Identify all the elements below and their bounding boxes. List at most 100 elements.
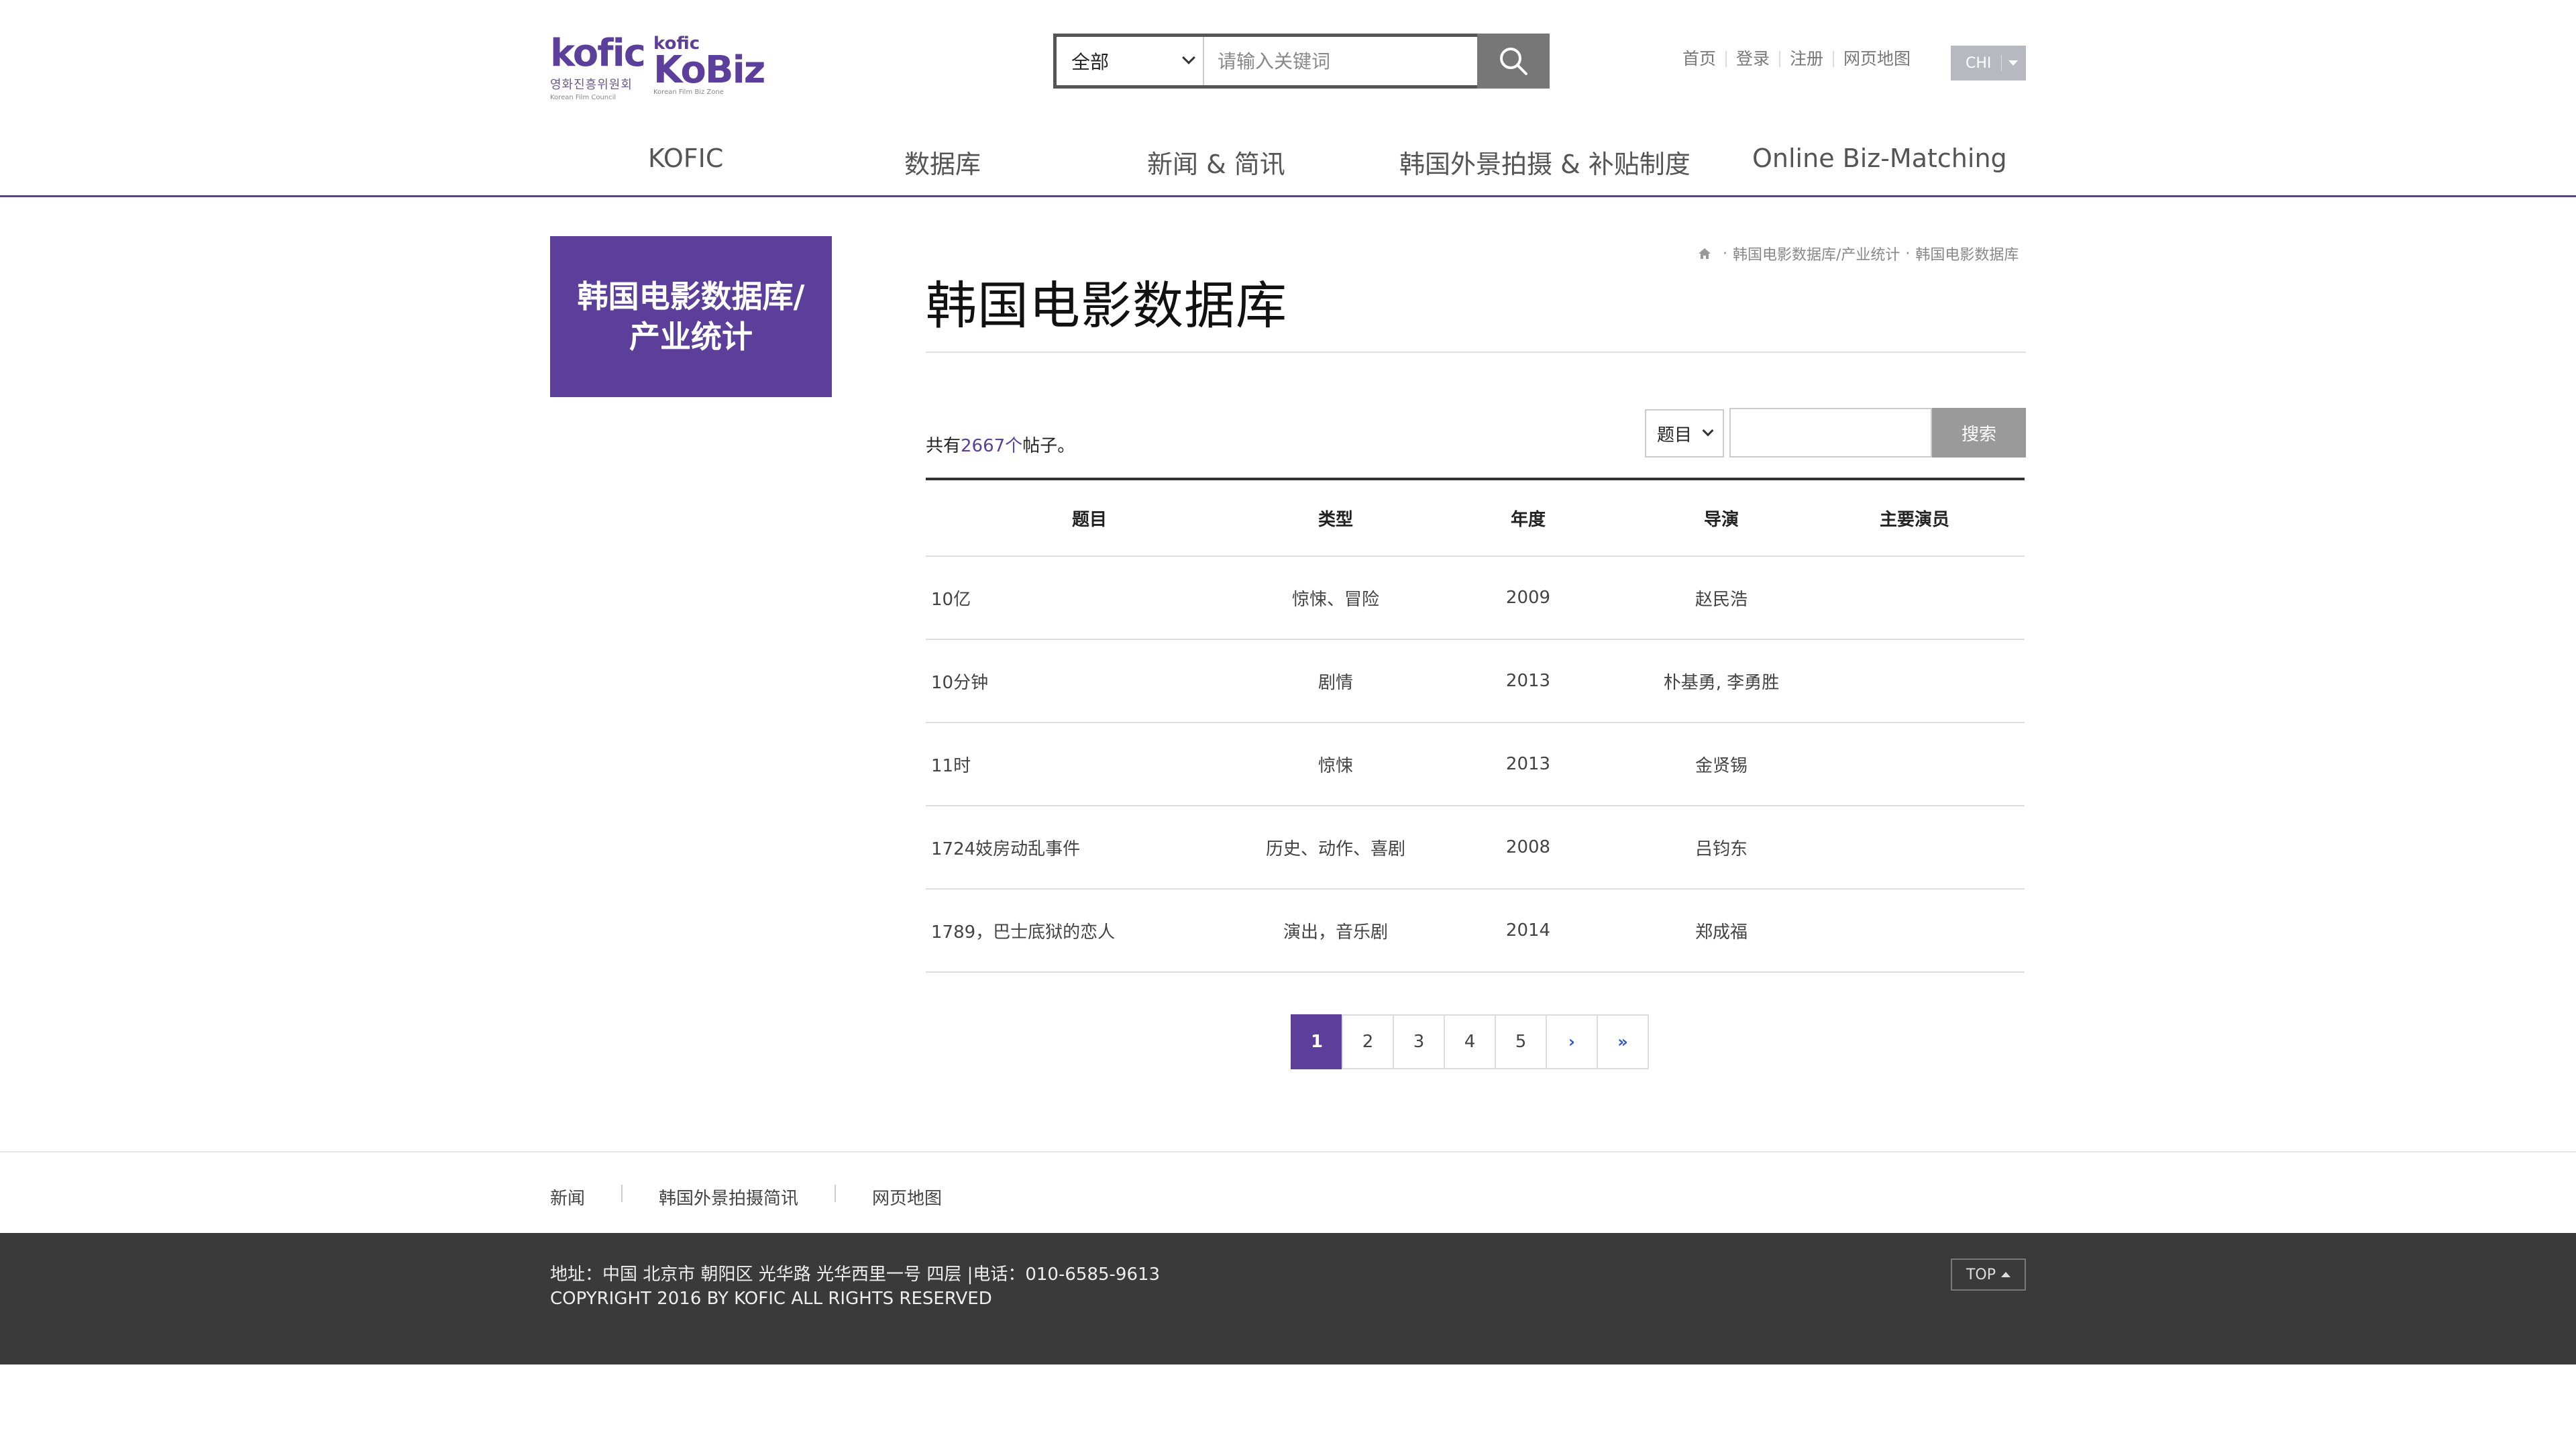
- sidebar-title-box: 韩国电影数据库/产业统计: [550, 236, 832, 397]
- cell-genre: 剧情: [1318, 672, 1353, 693]
- nav-item-news[interactable]: 新闻 & 简讯: [1147, 144, 1285, 180]
- page-button-1[interactable]: 1: [1291, 1014, 1343, 1069]
- breadcrumb-separator: ·: [1723, 245, 1727, 262]
- footer-link-sitemap[interactable]: 网页地图: [872, 1185, 942, 1210]
- footer-link-divider: [621, 1185, 623, 1202]
- table-row[interactable]: 11时 惊悚 2013 金贤锡: [926, 723, 2025, 806]
- title-divider: [926, 352, 2026, 353]
- site-footer: 地址：中国 北京市 朝阳区 光华路 光华西里一号 四层 |电话：010-6585…: [0, 1233, 2576, 1364]
- breadcrumb-separator: ·: [1905, 245, 1911, 262]
- cell-genre: 演出，音乐剧: [1283, 922, 1388, 943]
- cell-director: 郑成福: [1695, 922, 1748, 943]
- post-count: 共有2667个帖子。: [926, 432, 1075, 457]
- cell-genre: 惊悚: [1318, 755, 1353, 776]
- table-row[interactable]: 10亿 惊悚、冒险 2009 赵民浩: [926, 557, 2025, 640]
- kobiz-logo[interactable]: kofic KoBiz Korean Film Biz Zone: [653, 35, 765, 96]
- cell-year: 2013: [1505, 671, 1551, 691]
- cell-title[interactable]: 10分钟: [926, 669, 1253, 694]
- table-row[interactable]: 1789，巴士底狱的恋人 演出，音乐剧 2014 郑成福: [926, 890, 2025, 973]
- column-header-director: 导演: [1703, 509, 1739, 530]
- cell-genre: 惊悚、冒险: [1291, 589, 1379, 610]
- post-count-prefix: 共有: [926, 436, 961, 456]
- language-select[interactable]: CHI: [1951, 46, 2026, 80]
- post-count-number: 2667个: [961, 436, 1023, 456]
- filter-search-input[interactable]: [1729, 408, 1932, 458]
- page-button-4[interactable]: 4: [1444, 1014, 1496, 1069]
- language-value: CHI: [1966, 54, 1992, 72]
- search-button[interactable]: [1477, 34, 1550, 89]
- cell-year: 2009: [1505, 588, 1551, 608]
- kofic-logo-english: Korean Film Council: [550, 94, 616, 101]
- sidebar-title: 韩国电影数据库/产业统计: [577, 278, 805, 355]
- cell-title[interactable]: 1724妓房动乱事件: [926, 835, 1253, 860]
- cell-title[interactable]: 10亿: [926, 586, 1253, 610]
- kofic-logo-word: kofic: [550, 32, 646, 75]
- search-scope-select[interactable]: 全部: [1057, 37, 1204, 85]
- page-button-2[interactable]: 2: [1342, 1014, 1394, 1069]
- main-nav: KOFIC 数据库 新闻 & 简讯 韩国外景拍摄 & 补贴制度 Online B…: [550, 144, 2026, 184]
- footer-info: 地址：中国 北京市 朝阳区 光华路 光华西里一号 四层 |电话：010-6585…: [550, 1263, 1160, 1311]
- breadcrumb-item-current: 韩国电影数据库: [1915, 247, 2019, 264]
- cell-year: 2014: [1505, 920, 1551, 941]
- next-page-button[interactable]: ›: [1546, 1014, 1598, 1069]
- filter-field-value: 题目: [1657, 425, 1693, 445]
- cell-director: 朴基勇, 李勇胜: [1663, 672, 1780, 693]
- footer-address: 地址：中国 北京市 朝阳区 光华路 光华西里一号 四层 |电话：010-6585…: [550, 1265, 1161, 1285]
- table-row[interactable]: 1724妓房动乱事件 历史、动作、喜剧 2008 吕钧东: [926, 806, 2025, 890]
- table-row[interactable]: 10分钟 剧情 2013 朴基勇, 李勇胜: [926, 640, 2025, 723]
- home-icon[interactable]: [1697, 246, 1712, 261]
- util-link-login[interactable]: 登录: [1727, 50, 1781, 67]
- search-icon: [1500, 48, 1527, 75]
- column-header-title: 题目: [1071, 509, 1107, 530]
- search-input[interactable]: [1204, 37, 1486, 85]
- back-to-top-button[interactable]: TOP: [1951, 1258, 2026, 1291]
- site-header: kofic 영화진흥위원회 Korean Film Council kofic …: [0, 0, 2576, 197]
- film-table: 题目 类型 年度 导演 主要演员 10亿 惊悚、冒险 2009 赵民浩 10分钟…: [926, 478, 2025, 973]
- cell-year: 2013: [1505, 754, 1551, 774]
- caret-up-icon: [2001, 1272, 2011, 1277]
- footer-copyright: COPYRIGHT 2016 BY KOFIC ALL RIGHTS RESER…: [550, 1289, 992, 1309]
- nav-item-biz-matching[interactable]: Online Biz-Matching: [1752, 144, 2007, 173]
- post-count-suffix: 帖子。: [1022, 436, 1075, 456]
- kobiz-logo-word: KoBiz: [653, 48, 765, 92]
- kofic-logo[interactable]: kofic 영화진흥위원회 Korean Film Council: [550, 32, 646, 102]
- footer-nav: 新闻 韩国外景拍摄简讯 网页地图: [0, 1151, 2576, 1233]
- back-to-top-label: TOP: [1966, 1266, 1996, 1283]
- cell-director: 赵民浩: [1695, 589, 1748, 610]
- footer-link-news[interactable]: 新闻: [550, 1185, 585, 1210]
- footer-link-location-news[interactable]: 韩国外景拍摄简讯: [659, 1185, 798, 1210]
- util-link-home[interactable]: 首页: [1673, 50, 1727, 67]
- global-search: 全部: [1053, 34, 1550, 89]
- cell-title[interactable]: 1789，巴士底狱的恋人: [926, 918, 1253, 943]
- util-link-sitemap[interactable]: 网页地图: [1834, 50, 1920, 67]
- column-header-cast: 主要演员: [1879, 509, 1949, 530]
- filter-search-button[interactable]: 搜索: [1932, 408, 2026, 458]
- column-header-year: 年度: [1510, 509, 1546, 530]
- filter-field-select[interactable]: 题目: [1645, 409, 1724, 458]
- caret-down-icon: [2008, 60, 2018, 66]
- nav-item-kofic[interactable]: KOFIC: [648, 144, 723, 173]
- page-title: 韩国电影数据库: [926, 276, 1287, 335]
- breadcrumb: · 韩国电影数据库/产业统计 · 韩国电影数据库: [1697, 243, 2019, 264]
- language-divider: [2001, 55, 2002, 71]
- cell-genre: 历史、动作、喜剧: [1265, 839, 1405, 859]
- last-page-button[interactable]: »: [1597, 1014, 1649, 1069]
- cell-title[interactable]: 11时: [926, 752, 1253, 777]
- cell-year: 2008: [1505, 837, 1551, 857]
- pagination: 1 2 3 4 5 › »: [1291, 1014, 1649, 1069]
- column-header-genre: 类型: [1318, 509, 1353, 530]
- cell-director: 吕钧东: [1695, 839, 1748, 859]
- breadcrumb-item-category[interactable]: 韩国电影数据库/产业统计: [1733, 243, 1900, 264]
- footer-link-divider: [835, 1185, 837, 1202]
- page-button-5[interactable]: 5: [1495, 1014, 1547, 1069]
- util-link-register[interactable]: 注册: [1780, 50, 1835, 67]
- chevron-down-icon: [1182, 51, 1195, 64]
- cell-director: 金贤锡: [1695, 755, 1748, 776]
- nav-item-database[interactable]: 数据库: [904, 144, 981, 180]
- kofic-logo-korean: 영화진흥위원회: [550, 78, 633, 92]
- table-header: 题目 类型 年度 导演 主要演员: [926, 480, 2025, 557]
- page-button-3[interactable]: 3: [1393, 1014, 1445, 1069]
- search-scope-value: 全部: [1071, 51, 1110, 73]
- chevron-down-icon: [1702, 425, 1714, 437]
- nav-item-location[interactable]: 韩国外景拍摄 & 补贴制度: [1399, 144, 1690, 180]
